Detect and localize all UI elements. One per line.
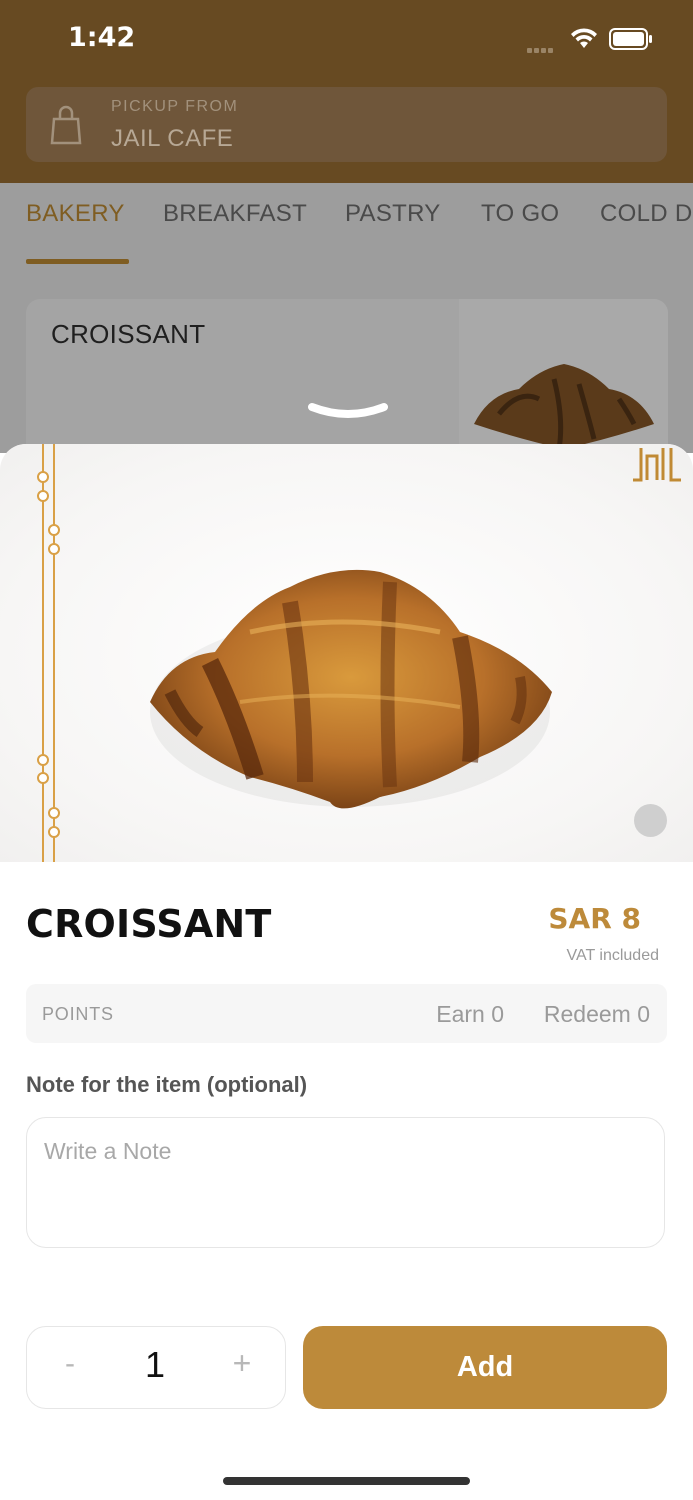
- menu-item-thumbnail: [459, 299, 668, 453]
- note-input[interactable]: [26, 1117, 665, 1248]
- shopping-bag-icon: [50, 105, 82, 145]
- decrease-quantity-button[interactable]: -: [55, 1347, 85, 1381]
- tab-bakery[interactable]: BAKERY: [26, 200, 125, 228]
- chevron-down-icon[interactable]: [308, 401, 388, 427]
- tab-pastry[interactable]: PASTRY: [345, 200, 441, 228]
- increase-quantity-button[interactable]: +: [227, 1345, 257, 1382]
- points-redeem: Redeem 0: [543, 1001, 650, 1027]
- status-time: 1:42: [68, 22, 136, 53]
- menu-item-card[interactable]: CROISSANT: [26, 299, 668, 453]
- item-name: CROISSANT: [26, 902, 272, 946]
- tab-cold-drinks[interactable]: COLD D: [600, 200, 692, 228]
- vat-note: VAT included: [566, 947, 660, 964]
- wifi-icon: [571, 28, 597, 48]
- quantity-value: 1: [144, 1344, 166, 1385]
- croissant-image: [150, 569, 552, 809]
- quantity-stepper: - 1 +: [26, 1326, 286, 1409]
- app-header: 1:42 PICKUP FROM JAIL CAFE: [0, 0, 693, 183]
- status-icons: [527, 26, 657, 53]
- jail-logo: [633, 448, 681, 482]
- category-section: BAKERY BREAKFAST PASTRY TO GO COLD D CRO…: [0, 183, 693, 453]
- signal-icon: [527, 40, 555, 58]
- battery-icon: [609, 28, 652, 50]
- add-to-cart-button[interactable]: Add: [303, 1326, 667, 1409]
- pickup-location: JAIL CAFE: [111, 125, 234, 152]
- note-label: Note for the item (optional): [26, 1072, 308, 1097]
- menu-item-title: CROISSANT: [51, 319, 206, 349]
- image-page-indicator[interactable]: [634, 804, 667, 837]
- item-detail-sheet: CROISSANT SAR 8 VAT included POINTS Earn…: [0, 444, 693, 1500]
- item-price: SAR 8: [548, 902, 641, 935]
- active-tab-indicator: [26, 259, 129, 264]
- pickup-selector[interactable]: PICKUP FROM JAIL CAFE: [26, 87, 667, 162]
- points-earn: Earn 0: [436, 1001, 504, 1027]
- tab-breakfast[interactable]: BREAKFAST: [163, 200, 307, 228]
- home-indicator[interactable]: [223, 1477, 470, 1485]
- tab-to-go[interactable]: TO GO: [481, 200, 559, 228]
- points-label: POINTS: [42, 1004, 114, 1024]
- pickup-label: PICKUP FROM: [111, 98, 239, 115]
- points-row: POINTS Earn 0 Redeem 0: [26, 984, 667, 1043]
- item-hero-image: [0, 444, 693, 862]
- decorative-lines: [37, 444, 60, 862]
